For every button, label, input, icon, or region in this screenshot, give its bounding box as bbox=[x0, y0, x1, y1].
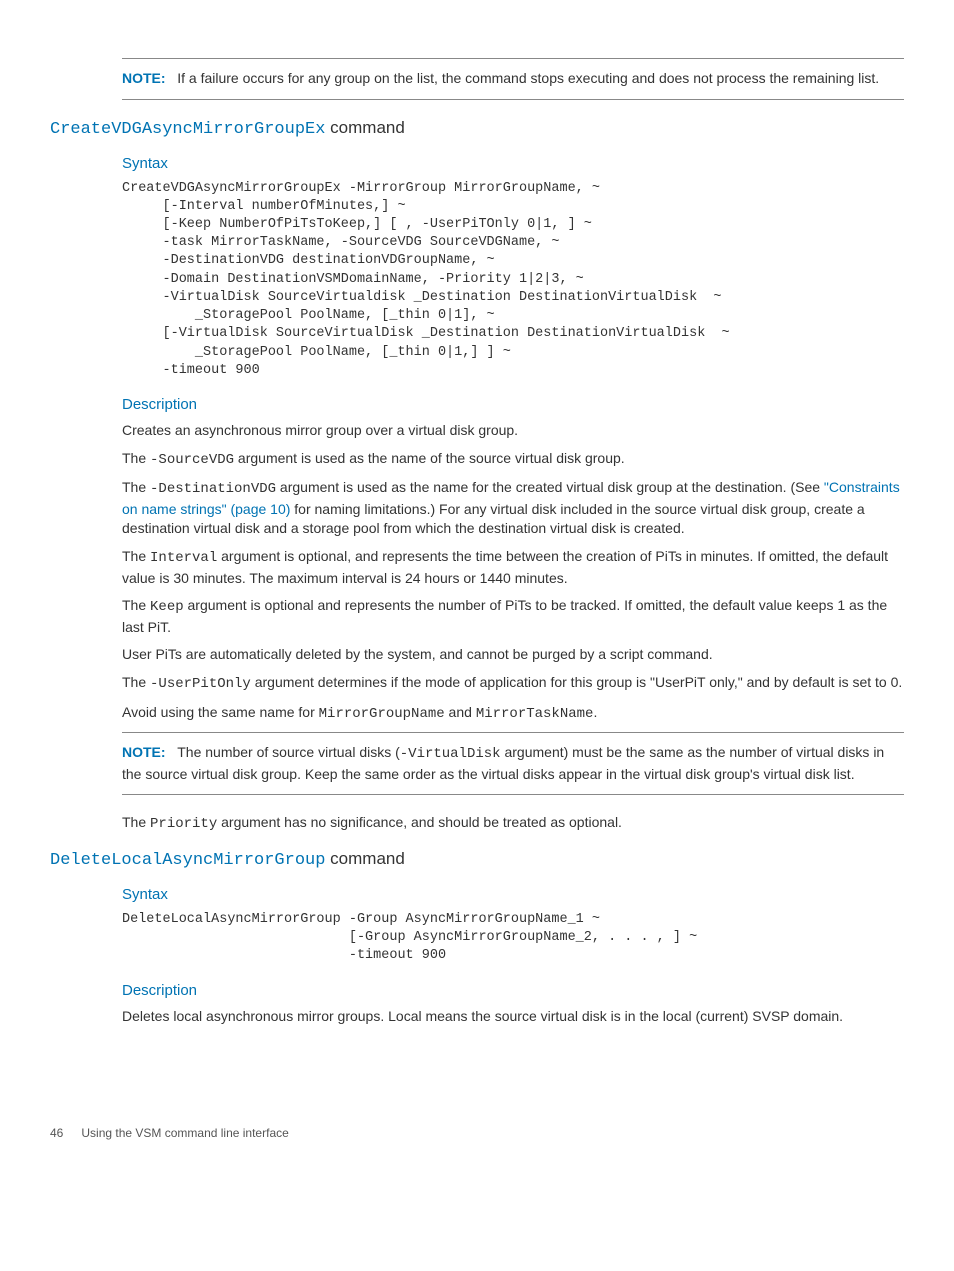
desc-p1: Deletes local asynchronous mirror groups… bbox=[122, 1007, 904, 1027]
command-suffix: command bbox=[325, 849, 404, 868]
note-box-1: NOTE: If a failure occurs for any group … bbox=[122, 58, 904, 100]
code-keep: Keep bbox=[150, 599, 184, 615]
note-text-a: The number of source virtual disks ( bbox=[177, 744, 400, 760]
desc-p2: The -SourceVDG argument is used as the n… bbox=[122, 449, 904, 471]
desc-p8: Avoid using the same name for MirrorGrou… bbox=[122, 703, 904, 725]
code-mirrortaskname: MirrorTaskName bbox=[476, 706, 594, 722]
code-mirrorgroupname: MirrorGroupName bbox=[319, 706, 445, 722]
desc-p9: The Priority argument has no significanc… bbox=[122, 813, 904, 835]
page-footer: 46 Using the VSM command line interface bbox=[50, 1126, 904, 1140]
command-suffix: command bbox=[325, 118, 404, 137]
note-label: NOTE: bbox=[122, 70, 166, 86]
note-text: If a failure occurs for any group on the… bbox=[177, 70, 879, 86]
description-heading: Description bbox=[122, 982, 904, 999]
syntax-heading: Syntax bbox=[122, 886, 904, 903]
section-heading-delete: DeleteLocalAsyncMirrorGroup command bbox=[50, 849, 904, 870]
desc-p3: The -DestinationVDG argument is used as … bbox=[122, 478, 904, 539]
desc-p7: The -UserPitOnly argument determines if … bbox=[122, 673, 904, 695]
syntax-heading: Syntax bbox=[122, 155, 904, 172]
section-heading-create: CreateVDGAsyncMirrorGroupEx command bbox=[50, 118, 904, 139]
desc-p1: Creates an asynchronous mirror group ove… bbox=[122, 421, 904, 441]
note-label: NOTE: bbox=[122, 744, 166, 760]
code-virtualdisk: -VirtualDisk bbox=[400, 746, 501, 762]
description-heading: Description bbox=[122, 396, 904, 413]
code-sourcevdg: -SourceVDG bbox=[150, 452, 234, 468]
desc-p5: The Keep argument is optional and repres… bbox=[122, 596, 904, 637]
footer-title: Using the VSM command line interface bbox=[81, 1126, 288, 1140]
command-name: DeleteLocalAsyncMirrorGroup bbox=[50, 851, 325, 870]
command-name: CreateVDGAsyncMirrorGroupEx bbox=[50, 120, 325, 139]
syntax-code-block: DeleteLocalAsyncMirrorGroup -Group Async… bbox=[122, 911, 904, 966]
desc-p6: User PiTs are automatically deleted by t… bbox=[122, 645, 904, 665]
note-box-2: NOTE: The number of source virtual disks… bbox=[122, 732, 904, 795]
code-userpitonly: -UserPitOnly bbox=[150, 676, 251, 692]
code-interval: Interval bbox=[150, 550, 217, 566]
desc-p4: The Interval argument is optional, and r… bbox=[122, 547, 904, 588]
code-priority: Priority bbox=[150, 816, 217, 832]
page-number: 46 bbox=[50, 1126, 63, 1140]
code-destvdg: -DestinationVDG bbox=[150, 481, 276, 497]
syntax-code-block: CreateVDGAsyncMirrorGroupEx -MirrorGroup… bbox=[122, 180, 904, 380]
